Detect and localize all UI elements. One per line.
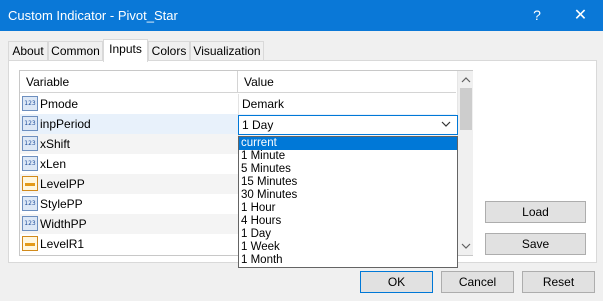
dropdown-option[interactable]: 4 Hours [239, 215, 457, 228]
scroll-down-icon[interactable] [461, 242, 471, 250]
grid-row[interactable]: 123 Pmode Demark [20, 94, 456, 114]
reset-button[interactable]: Reset [522, 271, 595, 293]
level-icon [22, 236, 38, 251]
tab-inputs[interactable]: Inputs [103, 39, 148, 62]
dropdown-option[interactable]: 1 Week [239, 241, 457, 254]
column-header-value[interactable]: Value [238, 71, 456, 93]
dropdown-option[interactable]: 5 Minutes [239, 163, 457, 176]
numeric-icon: 123 [22, 156, 38, 171]
variable-name: StylePP [40, 197, 83, 211]
numeric-icon: 123 [22, 136, 38, 151]
grid-scrollbar[interactable] [457, 71, 473, 255]
period-select[interactable]: 1 Day [238, 115, 458, 135]
close-button[interactable]: ✕ [558, 0, 603, 31]
tab-visualization[interactable]: Visualization [190, 41, 264, 61]
dropdown-option[interactable]: current [239, 137, 457, 150]
numeric-icon: 123 [22, 216, 38, 231]
cancel-button[interactable]: Cancel [441, 271, 514, 293]
period-dropdown-list: current 1 Minute 5 Minutes 15 Minutes 30… [238, 136, 458, 268]
dropdown-option[interactable]: 1 Month [239, 254, 457, 267]
help-button[interactable]: ? [520, 0, 554, 31]
variable-value[interactable]: Demark [238, 94, 456, 114]
dropdown-option[interactable]: 30 Minutes [239, 189, 457, 202]
window-title: Custom Indicator - Pivot_Star [8, 8, 178, 23]
load-button[interactable]: Load [485, 201, 586, 223]
tab-common[interactable]: Common [48, 41, 103, 61]
dropdown-option[interactable]: 1 Day [239, 228, 457, 241]
numeric-icon: 123 [22, 116, 38, 131]
ok-button[interactable]: OK [360, 271, 433, 293]
dropdown-option[interactable]: 1 Minute [239, 150, 457, 163]
variable-name: LevelR1 [40, 237, 85, 251]
dropdown-option[interactable]: 1 Hour [239, 202, 457, 215]
scroll-up-icon[interactable] [461, 76, 471, 84]
variable-name: xShift [40, 137, 71, 151]
tab-colors[interactable]: Colors [148, 41, 190, 61]
variable-name: LevelPP [40, 177, 85, 191]
numeric-icon: 123 [22, 196, 38, 211]
tab-about[interactable]: About [8, 41, 48, 61]
variable-name: Pmode [40, 97, 79, 111]
grid-header: Variable Value [20, 71, 456, 93]
ok-button-label: OK [387, 275, 406, 289]
variable-name: WidthPP [40, 217, 87, 231]
column-header-variable[interactable]: Variable [20, 71, 238, 93]
title-bar: Custom Indicator - Pivot_Star ? ✕ [0, 0, 603, 31]
variable-name: xLen [40, 157, 67, 171]
dropdown-option[interactable]: 15 Minutes [239, 176, 457, 189]
period-select-value: 1 Day [242, 118, 274, 132]
level-icon [22, 176, 38, 191]
save-button[interactable]: Save [485, 233, 586, 255]
chevron-down-icon [441, 121, 451, 127]
numeric-icon: 123 [22, 96, 38, 111]
scroll-thumb[interactable] [460, 88, 472, 130]
variable-name: inpPeriod [40, 117, 91, 131]
